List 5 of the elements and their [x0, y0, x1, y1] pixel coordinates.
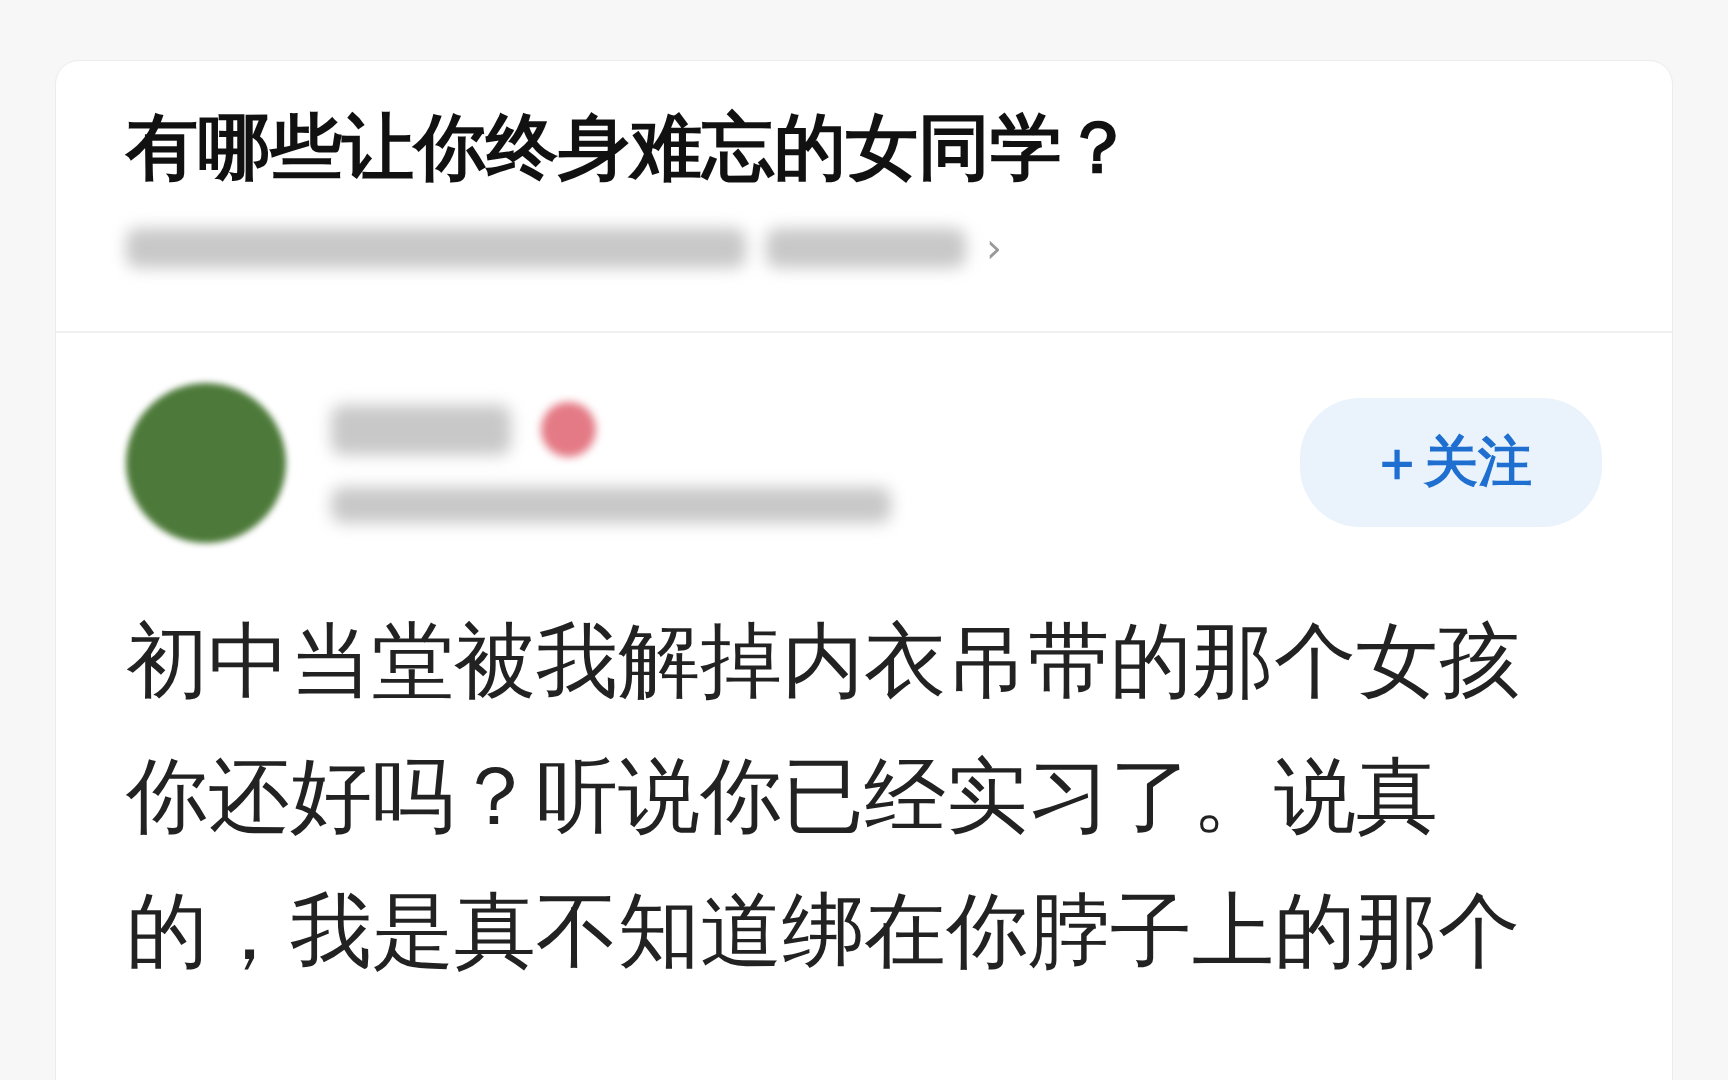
chevron-icon[interactable]: ›	[986, 224, 1002, 271]
question-title: 有哪些让你终身难忘的女同学？	[126, 104, 1135, 191]
follow-button[interactable]: ＋关注	[1300, 398, 1602, 528]
badge-icon	[541, 402, 596, 458]
answer-text: 初中当堂被我解掉内衣吊带的那个女孩你还好吗？听说你已经实习了。说真的，我是真不知道绑在你脖子上的那个	[126, 611, 1521, 980]
